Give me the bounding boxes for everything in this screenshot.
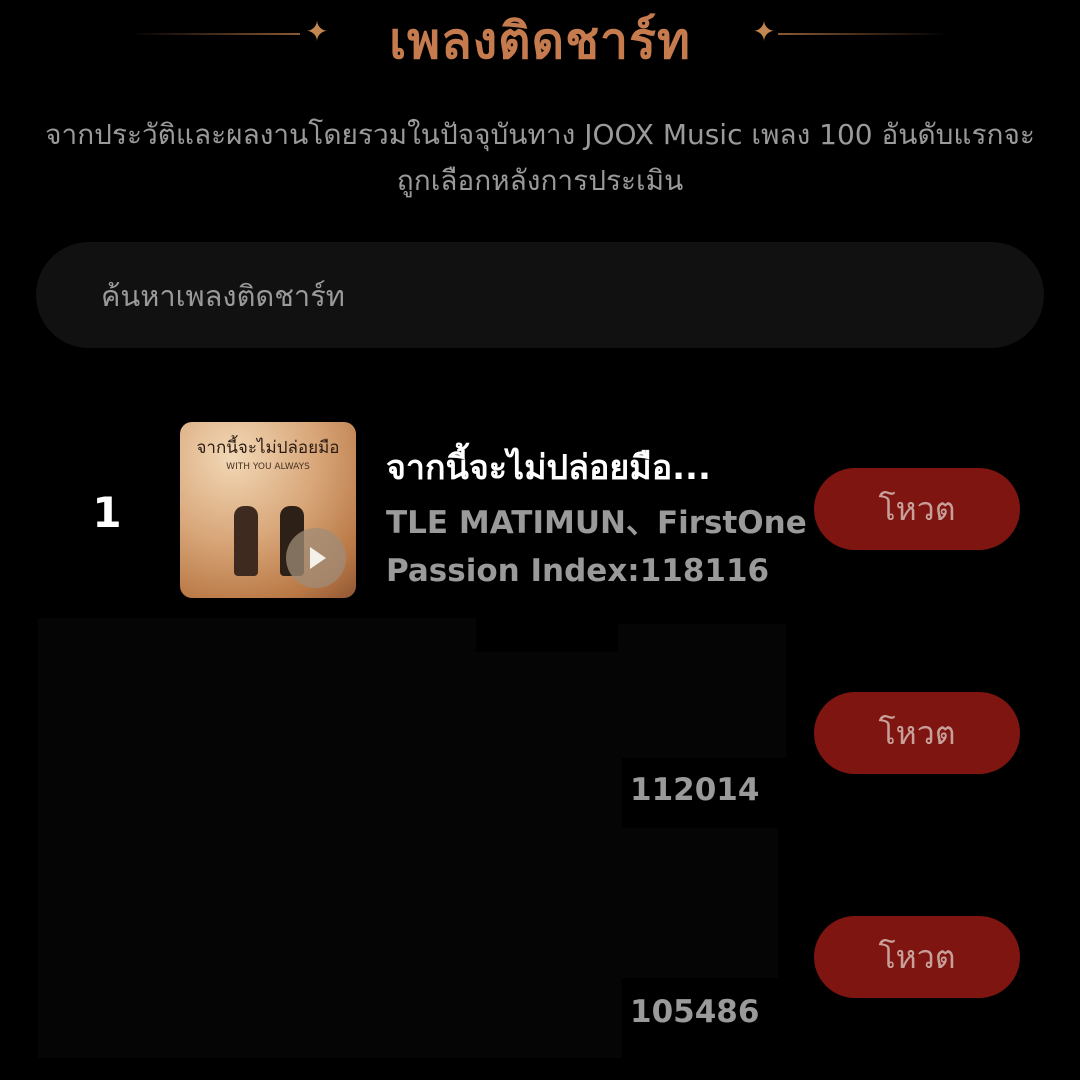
chart-header: ✦ เพลงติดชาร์ท ✦: [0, 0, 1080, 90]
song-title[interactable]: จากนี้จะไม่ปล่อยมือ...: [386, 440, 786, 494]
passion-index: 105486: [630, 994, 760, 1030]
passion-index: Passion Index:118116: [386, 553, 770, 589]
redacted-block: [476, 652, 622, 1058]
play-button[interactable]: [286, 528, 346, 588]
cover-figure: [234, 506, 258, 576]
sparkle-icon: ✦: [752, 15, 776, 48]
redacted-block: [38, 618, 476, 1058]
passion-index: 112014: [630, 772, 760, 808]
rank-number: 1: [92, 488, 122, 537]
header-divider-right: [778, 33, 948, 35]
vote-button[interactable]: โหวต: [814, 916, 1020, 998]
chart-description: จากประวัติและผลงานโดยรวมในปัจจุบันทาง JO…: [45, 118, 1035, 197]
page-title: เพลงติดชาร์ท: [389, 12, 691, 70]
artist-name: TLE MATIMUN、FirstOne: [386, 505, 807, 541]
vote-button[interactable]: โหวต: [814, 468, 1020, 550]
album-cover[interactable]: จากนี้จะไม่ปล่อยมือ WITH YOU ALWAYS: [180, 422, 356, 598]
chart-row[interactable]: 1 จากนี้จะไม่ปล่อยมือ WITH YOU ALWAYS จา…: [0, 422, 1080, 598]
cover-subtitle-text: WITH YOU ALWAYS: [226, 462, 310, 472]
redacted-block: [618, 624, 786, 758]
play-icon: [310, 547, 326, 569]
vote-button[interactable]: โหวต: [814, 692, 1020, 774]
redacted-block: [618, 828, 778, 978]
search-input[interactable]: ค้นหาเพลงติดชาร์ท: [36, 242, 1044, 348]
cover-title-text: จากนี้จะไม่ปล่อยมือ: [196, 438, 340, 458]
search-placeholder: ค้นหาเพลงติดชาร์ท: [101, 279, 345, 313]
